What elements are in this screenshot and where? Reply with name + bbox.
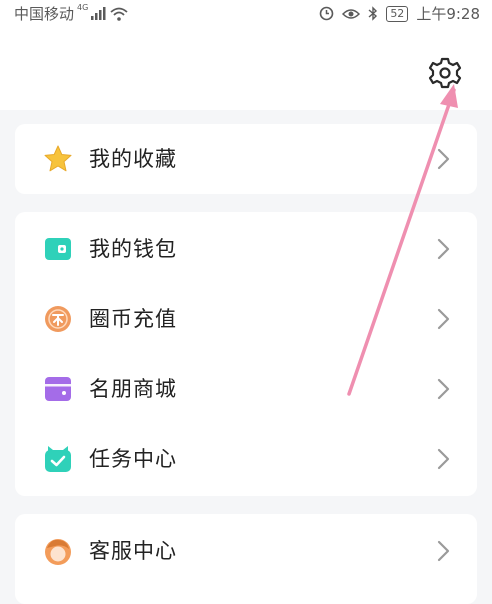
wifi-icon <box>110 7 128 21</box>
clock: 上午9:28 <box>416 5 480 23</box>
menu-item-label: 名朋商城 <box>89 377 177 401</box>
menu-item-mall[interactable]: 名朋商城 <box>15 356 477 422</box>
menu-item-label: 我的钱包 <box>89 237 177 261</box>
service-card: 客服中心 <box>15 514 477 604</box>
menu-item-favorites[interactable]: 我的收藏 <box>15 126 477 192</box>
chevron-right-icon <box>437 308 450 330</box>
chevron-right-icon <box>437 148 450 170</box>
eye-icon <box>342 8 361 19</box>
task-icon <box>45 446 71 472</box>
menu-item-label: 圈币充值 <box>89 307 177 331</box>
chevron-right-icon <box>437 540 450 562</box>
network-type: 4G <box>77 3 89 12</box>
signal-icon <box>91 7 106 20</box>
bluetooth-icon <box>368 6 378 21</box>
menu-item-label: 任务中心 <box>89 447 177 471</box>
chevron-right-icon <box>437 448 450 470</box>
menu-item-label: 客服中心 <box>89 539 177 563</box>
coin-icon <box>45 306 71 332</box>
customer-service-icon <box>45 539 71 565</box>
chevron-right-icon <box>437 378 450 400</box>
menu-item-tasks[interactable]: 任务中心 <box>15 426 477 492</box>
shop-icon <box>45 377 71 401</box>
favorites-card: 我的收藏 <box>15 124 477 194</box>
menu-item-recharge[interactable]: 圈币充值 <box>15 286 477 352</box>
menu-item-wallet[interactable]: 我的钱包 <box>15 216 477 282</box>
gear-icon[interactable] <box>428 56 462 90</box>
alarm-icon <box>320 6 334 21</box>
wallet-icon <box>45 238 71 260</box>
status-bar: 中国移动 4G 52 上午9:28 <box>0 0 492 28</box>
carrier-label: 中国移动 <box>14 5 75 23</box>
chevron-right-icon <box>437 238 450 260</box>
battery-indicator: 52 <box>386 5 409 22</box>
menu-item-label: 我的收藏 <box>89 147 177 171</box>
star-icon <box>44 145 72 172</box>
wallet-card: 我的钱包 圈币充值 名朋商城 任务中心 <box>15 212 477 496</box>
menu-item-customer-service[interactable]: 客服中心 <box>15 518 477 584</box>
